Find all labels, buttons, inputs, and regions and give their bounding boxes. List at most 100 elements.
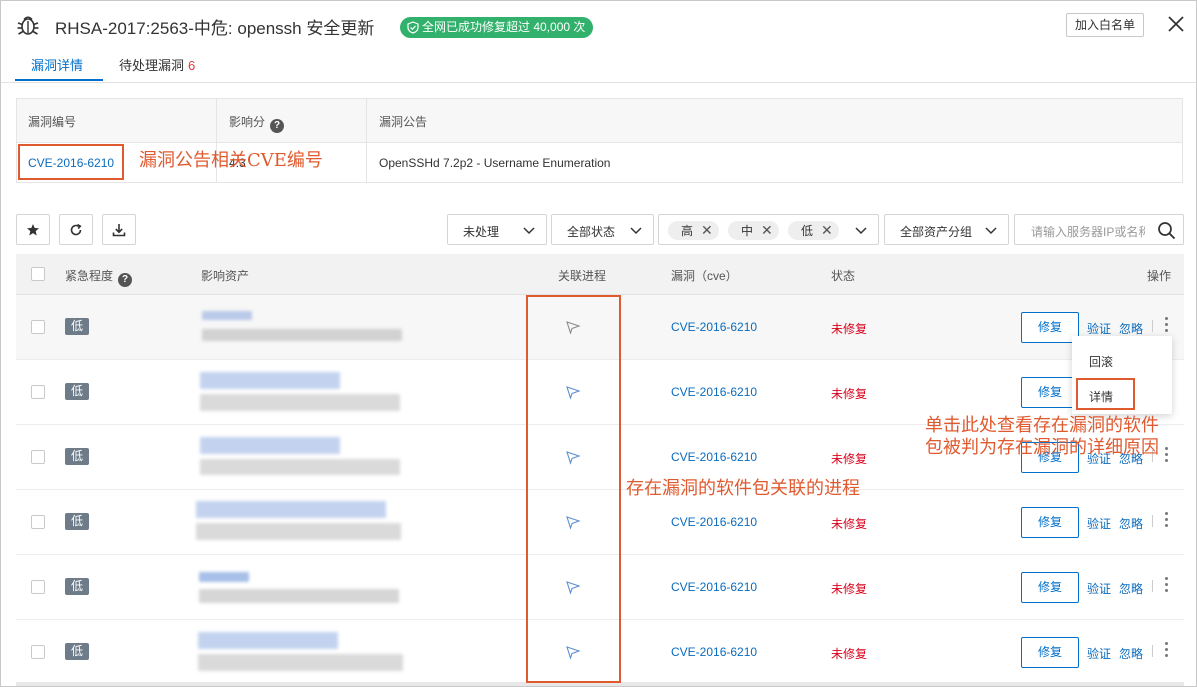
cve-link[interactable]: CVE-2016-6210	[671, 320, 757, 334]
refresh-icon	[70, 223, 82, 236]
status-unfixed: 未修复	[831, 387, 868, 401]
header-vuln-id: 漏洞编号	[28, 115, 77, 129]
severity-badge: 低	[65, 578, 89, 595]
ignore-link[interactable]: 忽略	[1119, 645, 1143, 662]
asset-name-redacted[interactable]	[200, 437, 340, 454]
asset-ip-redacted	[202, 329, 402, 341]
impact-score-label: 影响分	[229, 115, 266, 129]
more-actions-icon[interactable]	[1164, 447, 1170, 463]
menu-item-rollback[interactable]: 回滚	[1089, 353, 1113, 370]
shield-check-icon	[407, 21, 419, 34]
tab-pending-count: 6	[188, 58, 196, 73]
verify-link[interactable]: 验证	[1087, 515, 1111, 532]
asset-name-redacted[interactable]	[202, 311, 252, 320]
fix-button[interactable]: 修复	[1021, 507, 1079, 538]
fix-count-badge: 全网已成功修复超过 40,000 次	[400, 17, 594, 38]
page-title: RHSA-2017:2563-中危: openssh 安全更新	[55, 19, 375, 38]
asset-group-value: 全部资产分组	[900, 225, 973, 239]
cve-link[interactable]: CVE-2016-6210	[671, 645, 757, 659]
refresh-button[interactable]	[59, 214, 93, 245]
status-unfixed: 未修复	[831, 582, 868, 596]
action-separator	[1152, 515, 1153, 527]
cve-link[interactable]: CVE-2016-6210	[671, 580, 757, 594]
ignore-link[interactable]: 忽略	[1119, 515, 1143, 532]
star-icon	[27, 224, 39, 236]
bulletin-text: OpenSSHd 7.2p2 - Username Enumeration	[379, 156, 611, 170]
tag-label: 中	[741, 224, 754, 238]
handling-status-select[interactable]: 未处理	[447, 214, 547, 245]
tab-vuln-detail[interactable]: 漏洞详情	[31, 57, 83, 75]
verify-link[interactable]: 验证	[1087, 645, 1111, 662]
help-icon[interactable]: ?	[118, 273, 133, 287]
asset-name-redacted[interactable]	[199, 572, 249, 582]
th-status: 状态	[831, 269, 856, 283]
tag-remove-icon[interactable]: ✕	[761, 222, 773, 238]
annotation-detail-note-1: 单击此处查看存在漏洞的软件	[925, 415, 1159, 436]
select-all-checkbox[interactable]	[31, 267, 45, 281]
favorite-button[interactable]	[16, 214, 50, 245]
cve-link[interactable]: CVE-2016-6210	[671, 385, 757, 399]
row-checkbox[interactable]	[31, 645, 45, 659]
cve-link[interactable]: CVE-2016-6210	[671, 515, 757, 529]
more-actions-icon[interactable]	[1164, 577, 1170, 593]
status-unfixed: 未修复	[831, 517, 868, 531]
tag-label: 低	[801, 224, 814, 238]
severity-badge: 低	[65, 643, 89, 660]
asset-name-redacted[interactable]	[200, 372, 340, 389]
verify-link[interactable]: 验证	[1087, 580, 1111, 597]
severity-tag-medium[interactable]: 中 ✕	[728, 221, 779, 240]
status-unfixed: 未修复	[831, 452, 868, 466]
close-icon[interactable]	[1166, 14, 1186, 34]
severity-tag-low[interactable]: 低 ✕	[788, 221, 839, 240]
asset-name-redacted[interactable]	[196, 501, 386, 518]
fix-button[interactable]: 修复	[1021, 312, 1079, 343]
more-actions-icon[interactable]	[1164, 512, 1170, 528]
row-checkbox[interactable]	[31, 450, 45, 464]
fix-button[interactable]: 修复	[1021, 637, 1079, 668]
fix-button[interactable]: 修复	[1021, 377, 1079, 408]
state-select[interactable]: 全部状态	[551, 214, 654, 245]
severity-badge: 低	[65, 383, 89, 400]
panel-header: RHSA-2017:2563-中危: openssh 安全更新 全网已成功修复超…	[1, 1, 1196, 49]
annotation-process-note: 存在漏洞的软件包关联的进程	[626, 478, 860, 499]
search-placeholder: 请输入服务器IP或名称	[1031, 225, 1145, 239]
download-button[interactable]	[102, 214, 136, 245]
more-actions-icon[interactable]	[1164, 317, 1170, 333]
tab-pending-label: 待处理漏洞	[119, 58, 185, 73]
badge-text: 全网已成功修复超过 40,000 次	[422, 20, 586, 34]
th-asset: 影响资产	[201, 269, 250, 283]
row-checkbox[interactable]	[31, 320, 45, 334]
row-checkbox[interactable]	[31, 385, 45, 399]
tag-remove-icon[interactable]: ✕	[701, 222, 713, 238]
bug-icon	[17, 16, 39, 35]
severity-tag-high[interactable]: 高 ✕	[668, 221, 719, 240]
severity-multiselect[interactable]: 高 ✕ 中 ✕ 低 ✕	[658, 214, 879, 245]
action-separator	[1152, 580, 1153, 592]
ignore-link[interactable]: 忽略	[1119, 580, 1143, 597]
chevron-down-icon	[855, 227, 867, 235]
asset-group-select[interactable]: 全部资产分组	[884, 214, 1009, 245]
severity-badge: 低	[65, 448, 89, 465]
server-search-input[interactable]: 请输入服务器IP或名称	[1014, 214, 1184, 245]
verify-link[interactable]: 验证	[1087, 320, 1111, 337]
asset-ip-redacted	[200, 394, 400, 411]
highlight-process-column	[526, 295, 621, 683]
ignore-link[interactable]: 忽略	[1119, 320, 1143, 337]
row-checkbox[interactable]	[31, 515, 45, 529]
th-process: 关联进程	[558, 269, 607, 283]
column-divider	[366, 99, 367, 182]
search-icon[interactable]	[1157, 221, 1176, 240]
row-checkbox[interactable]	[31, 580, 45, 594]
chevron-down-icon	[630, 227, 642, 235]
header-impact-score: 影响分?	[229, 113, 285, 133]
header-bulletin: 漏洞公告	[379, 115, 428, 129]
tag-remove-icon[interactable]: ✕	[821, 222, 833, 238]
help-icon[interactable]: ?	[270, 119, 285, 133]
fix-button[interactable]: 修复	[1021, 572, 1079, 603]
asset-name-redacted[interactable]	[198, 632, 338, 649]
tab-pending-vulns[interactable]: 待处理漏洞 6	[119, 57, 195, 75]
more-actions-icon[interactable]	[1164, 642, 1170, 658]
add-to-whitelist-button[interactable]: 加入白名单	[1066, 13, 1144, 37]
asset-ip-redacted	[200, 459, 400, 475]
cve-link[interactable]: CVE-2016-6210	[671, 450, 757, 464]
